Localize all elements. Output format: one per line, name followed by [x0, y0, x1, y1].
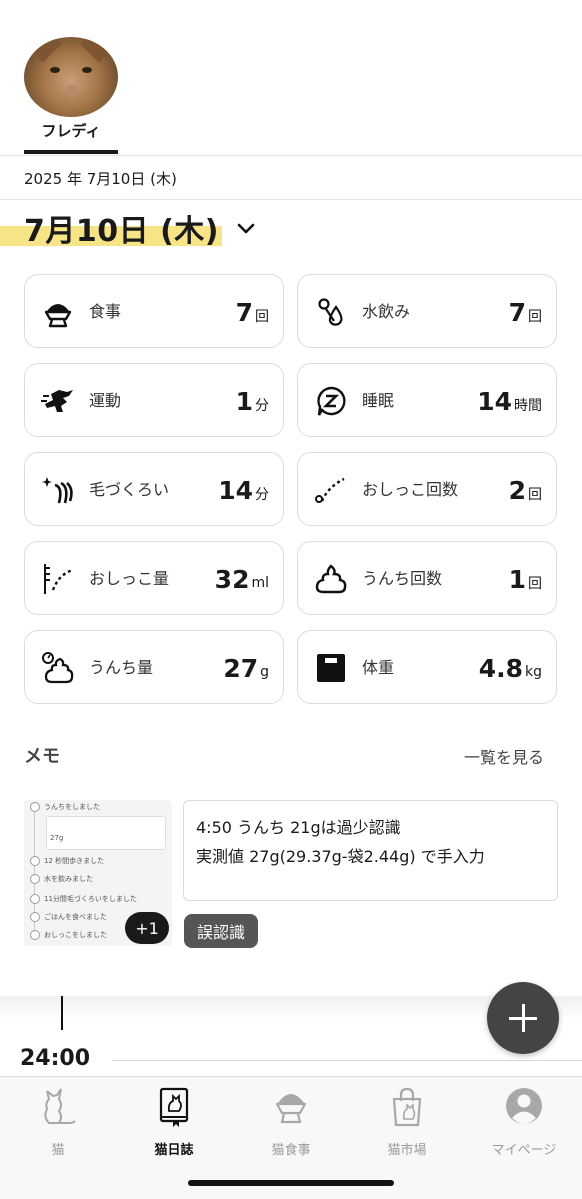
stat-label: 毛づくろい	[89, 479, 170, 499]
chevron-down-icon[interactable]	[234, 216, 258, 240]
stat-label: うんち量	[89, 657, 154, 677]
stat-card-meals[interactable]: 食事 7回	[24, 274, 284, 348]
stat-value: 14	[477, 386, 512, 416]
water-drop-icon	[318, 298, 343, 326]
running-cat-icon	[41, 390, 73, 412]
cat-diary-icon	[159, 1087, 189, 1127]
stat-card-weight[interactable]: 体重 4.8 kg	[297, 630, 557, 704]
stat-label: おしっこ量	[89, 568, 170, 588]
shopping-bag-icon	[392, 1087, 422, 1127]
thumb-text: 水を飲みました	[44, 875, 93, 883]
stat-unit: 時間	[514, 398, 542, 414]
stat-value: 4.8	[478, 653, 523, 683]
stat-card-poop-amount[interactable]: うんち量 27 g	[24, 630, 284, 704]
stat-unit: 分	[255, 398, 269, 414]
pee-amount-icon	[44, 564, 74, 594]
stat-label: うんち回数	[362, 568, 443, 588]
selected-date[interactable]: 7月10日 (木)	[24, 206, 219, 250]
stat-unit: 回	[528, 576, 542, 592]
pet-selector: フレディ	[0, 0, 582, 156]
food-bowl-icon	[44, 304, 72, 328]
thumb-text: うんちをしました	[44, 803, 100, 811]
grooming-icon	[42, 477, 73, 504]
stat-unit: 回	[528, 487, 542, 503]
add-button[interactable]	[487, 982, 559, 1054]
tab-my-page[interactable]: マイページ	[466, 1085, 582, 1159]
stat-value: 14	[218, 475, 253, 505]
timeline-time: 24:00	[20, 1046, 91, 1071]
tab-label: 猫日誌	[154, 1143, 194, 1158]
tab-label: マイページ	[491, 1143, 557, 1158]
pet-avatar[interactable]	[24, 37, 118, 117]
stat-value: 1	[235, 386, 253, 416]
stat-card-pee-count[interactable]: おしっこ回数 2回	[297, 452, 557, 526]
tab-cat[interactable]: 猫	[0, 1085, 116, 1159]
stat-unit: 回	[255, 309, 269, 325]
thumb-text: 11分間毛づくろいをしました	[44, 895, 137, 903]
memo-text-box[interactable]: 4:50 うんち 21gは過少認識 実測値 27g(29.37g-袋2.44g)…	[183, 800, 558, 901]
memo-title: メモ	[24, 746, 60, 767]
tab-cat-market[interactable]: 猫市場	[349, 1085, 465, 1159]
stat-unit: g	[260, 664, 269, 680]
stat-value: 1	[508, 564, 526, 594]
thumb-text: 27g	[50, 834, 64, 842]
sleep-z-icon	[317, 386, 346, 416]
stat-value: 27	[223, 653, 259, 683]
stat-card-water[interactable]: 水飲み 7回	[297, 274, 557, 348]
timeline-line	[61, 996, 63, 1030]
divider	[0, 155, 582, 156]
stat-label: 体重	[362, 657, 395, 677]
pet-tab-indicator	[24, 150, 118, 154]
memo-line: 実測値 27g(29.37g-袋2.44g) で手入力	[196, 847, 485, 866]
current-date: 2025 年 7月10日 (木)	[24, 170, 177, 188]
tab-label: 猫	[51, 1143, 65, 1158]
stat-unit: ml	[251, 575, 269, 591]
stat-label: 睡眠	[362, 390, 395, 410]
tab-cat-food[interactable]: 猫食事	[233, 1085, 349, 1159]
stat-card-exercise[interactable]: 運動 1分	[24, 363, 284, 437]
thumb-text: ごはんを食べました	[44, 913, 107, 921]
tab-label: 猫市場	[387, 1143, 427, 1158]
cat-icon	[44, 1088, 76, 1124]
stat-label: 食事	[89, 301, 122, 321]
more-images-badge[interactable]: +1	[125, 912, 169, 944]
pet-name[interactable]: フレディ	[24, 120, 118, 141]
scale-icon	[317, 654, 345, 682]
stat-value: 7	[508, 297, 526, 327]
stat-value: 7	[235, 297, 253, 327]
tab-cat-diary[interactable]: 猫日誌	[116, 1085, 232, 1159]
stat-label: おしっこ回数	[362, 479, 459, 499]
memo-tag[interactable]: 誤認識	[184, 914, 258, 948]
poop-icon	[315, 564, 347, 594]
stat-value: 2	[508, 475, 526, 505]
stat-card-poop-count[interactable]: うんち回数 1回	[297, 541, 557, 615]
date-picker[interactable]: 7月10日 (木)	[0, 200, 280, 252]
stat-label: 運動	[89, 390, 122, 410]
timeline-divider	[112, 1060, 582, 1061]
stat-value: 32	[214, 564, 250, 594]
user-profile-icon	[506, 1088, 542, 1124]
pee-drops-icon	[315, 477, 345, 503]
poop-amount-icon	[42, 652, 74, 684]
cat-food-icon	[275, 1094, 307, 1124]
stat-unit: 回	[528, 309, 542, 325]
stat-unit: kg	[525, 664, 542, 680]
thumb-text: 12 秒間歩きました	[44, 857, 105, 865]
stat-card-sleep[interactable]: 睡眠 14 時間	[297, 363, 557, 437]
tab-label: 猫食事	[271, 1143, 311, 1158]
stat-label: 水飲み	[362, 301, 411, 321]
thumb-text: おしっこをしました	[44, 931, 107, 939]
home-indicator	[188, 1180, 394, 1186]
memo-line: 4:50 うんち 21gは過少認識	[196, 818, 401, 837]
stat-card-pee-amount[interactable]: おしっこ量 32 ml	[24, 541, 284, 615]
see-all-link[interactable]: 一覧を見る	[464, 744, 544, 768]
stat-card-grooming[interactable]: 毛づくろい 14 分	[24, 452, 284, 526]
stat-unit: 分	[255, 487, 269, 503]
